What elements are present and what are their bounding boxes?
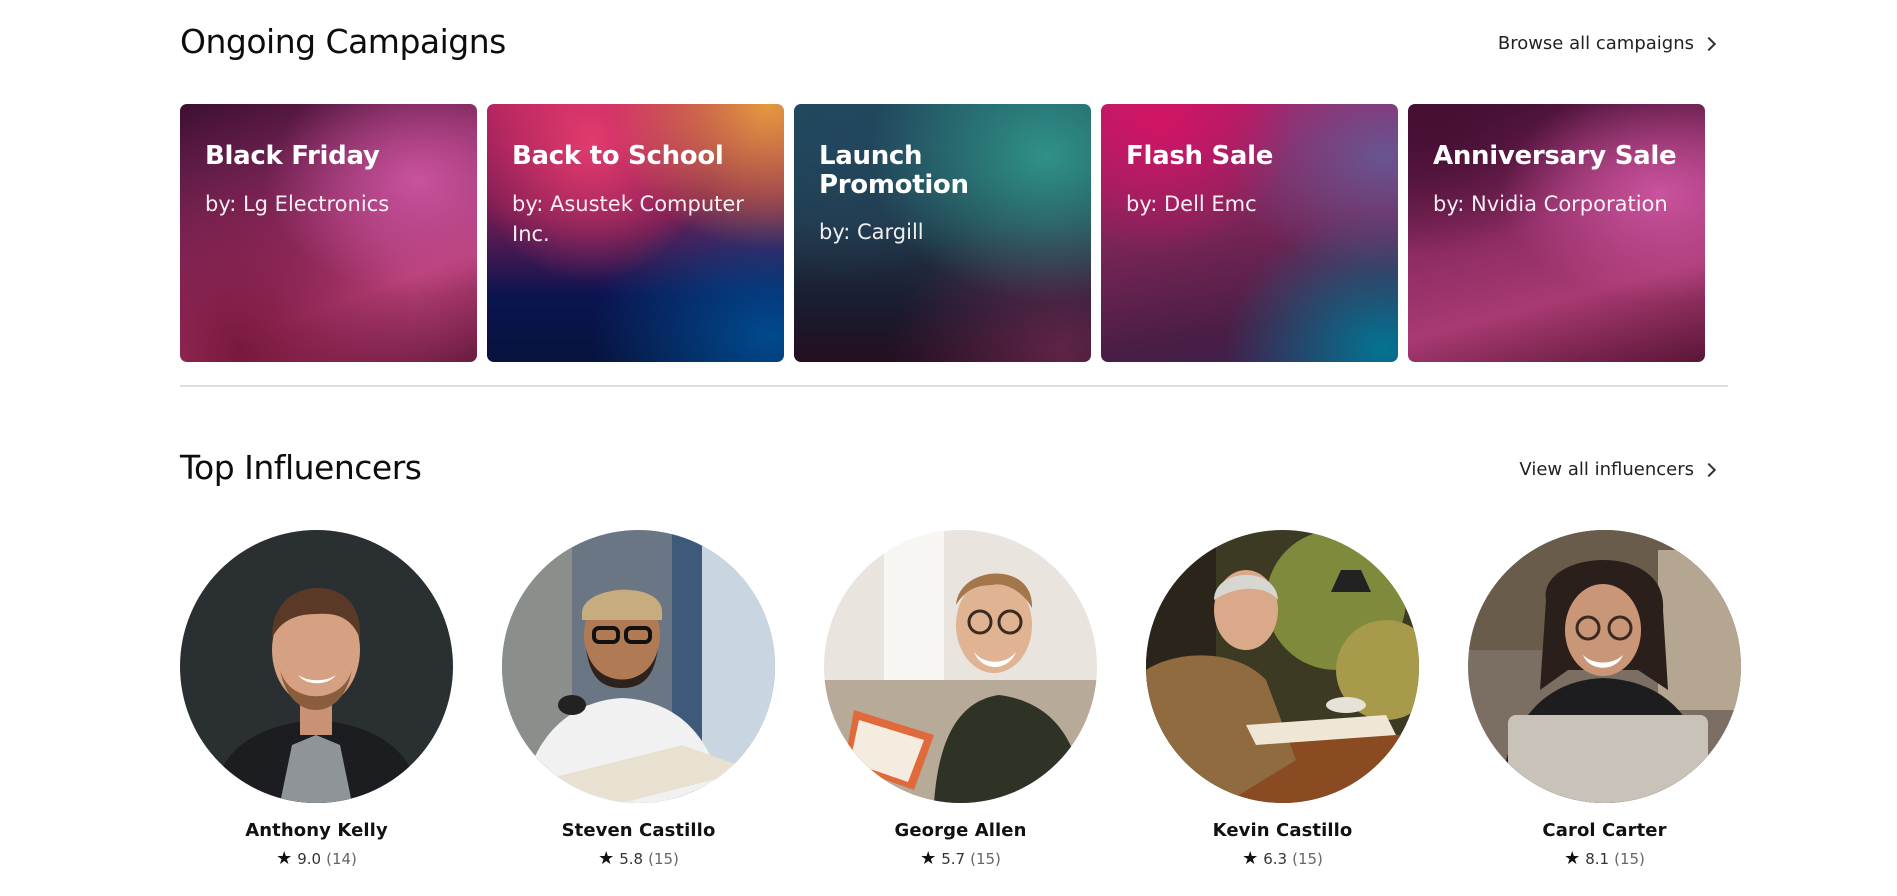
campaign-brand: by: Asustek Computer Inc. <box>512 191 744 247</box>
campaign-list: Black Friday by: Lg Electronics Back to … <box>180 104 1705 362</box>
campaign-brand: by: Cargill <box>819 220 924 245</box>
campaign-title: Launch Promotion <box>819 141 969 200</box>
campaign-card[interactable]: Flash Sale by: Dell Emc <box>1101 104 1398 362</box>
section-divider <box>180 385 1728 387</box>
campaign-brand: by: Lg Electronics <box>205 191 390 216</box>
chevron-right-icon <box>1701 36 1717 52</box>
campaign-brand: by: Dell Emc <box>1126 191 1257 216</box>
view-all-influencers-link[interactable]: View all influencers <box>1519 459 1717 480</box>
campaigns-section-title: Ongoing Campaigns <box>180 22 506 61</box>
campaign-title: Back to School <box>512 141 724 171</box>
influencers-section-title: Top Influencers <box>180 448 422 487</box>
campaign-brand: by: Nvidia Corporation <box>1433 191 1668 216</box>
browse-all-campaigns-label: Browse all campaigns <box>1497 33 1694 54</box>
influencer-rating: ★ 5.8 (15) <box>598 848 679 869</box>
campaign-title: Flash Sale <box>1126 141 1274 171</box>
rating-value: 6.3 <box>1263 850 1288 868</box>
avatar[interactable] <box>1146 530 1419 803</box>
influencer-card[interactable]: Carol Carter ★ 8.1 (15) <box>1468 530 1741 868</box>
influencer-list: Anthony Kelly ★ 9.0 (14) Steven Castillo… <box>180 530 1741 868</box>
avatar[interactable] <box>502 530 775 803</box>
influencer-name: Anthony Kelly <box>245 820 388 841</box>
avatar[interactable] <box>824 530 1097 803</box>
influencer-name: George Allen <box>894 820 1027 841</box>
star-icon: ★ <box>1564 848 1581 869</box>
rating-value: 5.7 <box>941 850 966 868</box>
browse-all-campaigns-link[interactable]: Browse all campaigns <box>1497 33 1717 54</box>
campaign-title: Anniversary Sale <box>1433 141 1677 171</box>
campaign-card[interactable]: Back to School by: Asustek Computer Inc. <box>487 104 784 362</box>
influencer-card[interactable]: George Allen ★ 5.7 (15) <box>824 530 1097 868</box>
influencer-card[interactable]: Kevin Castillo ★ 6.3 (15) <box>1146 530 1419 868</box>
influencer-card[interactable]: Anthony Kelly ★ 9.0 (14) <box>180 530 453 868</box>
star-icon: ★ <box>1242 848 1259 869</box>
rating-count: (15) <box>1614 850 1645 868</box>
influencer-rating: ★ 5.7 (15) <box>920 848 1001 869</box>
campaign-card[interactable]: Launch Promotion by: Cargill <box>794 104 1091 362</box>
avatar[interactable] <box>1468 530 1741 803</box>
rating-count: (15) <box>648 850 679 868</box>
campaign-card[interactable]: Black Friday by: Lg Electronics <box>180 104 477 362</box>
star-icon: ★ <box>276 848 293 869</box>
rating-value: 9.0 <box>297 850 322 868</box>
influencer-name: Carol Carter <box>1542 820 1667 841</box>
rating-value: 5.8 <box>619 850 644 868</box>
campaigns-header: Ongoing Campaigns Browse all campaigns <box>180 0 1728 61</box>
influencer-name: Steven Castillo <box>561 820 716 841</box>
rating-count: (15) <box>1292 850 1323 868</box>
influencers-header: Top Influencers View all influencers <box>180 426 1728 487</box>
avatar[interactable] <box>180 530 453 803</box>
page-content: Ongoing Campaigns Browse all campaigns B… <box>180 0 1741 868</box>
rating-count: (15) <box>970 850 1001 868</box>
influencer-name: Kevin Castillo <box>1212 820 1353 841</box>
star-icon: ★ <box>598 848 615 869</box>
rating-count: (14) <box>326 850 357 868</box>
star-icon: ★ <box>920 848 937 869</box>
view-all-influencers-label: View all influencers <box>1519 459 1694 480</box>
campaign-title: Black Friday <box>205 141 380 171</box>
rating-value: 8.1 <box>1585 850 1610 868</box>
influencer-rating: ★ 6.3 (15) <box>1242 848 1323 869</box>
campaign-card[interactable]: Anniversary Sale by: Nvidia Corporation <box>1408 104 1705 362</box>
chevron-right-icon <box>1701 462 1717 478</box>
influencer-rating: ★ 8.1 (15) <box>1564 848 1645 869</box>
influencer-rating: ★ 9.0 (14) <box>276 848 357 869</box>
influencer-card[interactable]: Steven Castillo ★ 5.8 (15) <box>502 530 775 868</box>
